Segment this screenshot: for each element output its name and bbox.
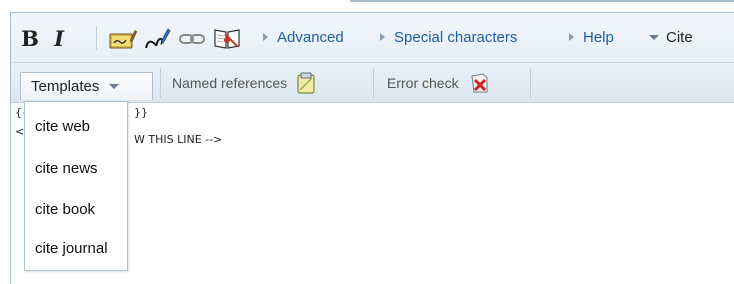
bold-button[interactable]: B [18, 26, 42, 51]
editor-top-border [350, 0, 734, 2]
templates-label: Templates [31, 78, 100, 95]
toolbar-separator [160, 68, 161, 98]
reference-book-icon[interactable] [212, 26, 242, 50]
italic-button[interactable]: I [48, 26, 70, 51]
editor-text-line[interactable]: }} [134, 106, 148, 119]
menu-item-cite-web[interactable]: cite web [35, 118, 90, 135]
collapsed-arrow-icon [263, 33, 268, 41]
embedded-file-icon[interactable] [143, 26, 171, 52]
clipboard-icon [296, 72, 316, 94]
special-characters-toggle[interactable]: Special characters [380, 24, 517, 50]
editor-text-line[interactable]: < [15, 125, 24, 138]
chevron-down-icon [109, 84, 120, 89]
toolbar-separator [530, 68, 531, 98]
error-check-icon [469, 72, 491, 94]
advanced-toggle[interactable]: Advanced [263, 24, 344, 50]
signature-icon[interactable] [108, 28, 138, 50]
expanded-arrow-icon [649, 34, 659, 40]
collapsed-arrow-icon [569, 33, 574, 41]
named-references-button[interactable]: Named references [172, 70, 316, 96]
templates-dropdown-menu: cite web cite news cite book cite journa… [24, 101, 128, 271]
menu-item-cite-journal[interactable]: cite journal [35, 240, 108, 257]
help-label: Help [583, 28, 614, 46]
error-check-button[interactable]: Error check [387, 70, 491, 96]
editor-text-line[interactable]: W THIS LINE --> [134, 133, 222, 146]
special-characters-label: Special characters [394, 28, 518, 46]
named-references-label: Named references [172, 75, 288, 91]
toolbar-separator [373, 68, 374, 98]
templates-dropdown-button[interactable]: Templates [20, 72, 153, 100]
collapsed-arrow-icon [380, 33, 385, 41]
menu-item-cite-book[interactable]: cite book [35, 201, 95, 218]
advanced-label: Advanced [277, 28, 344, 46]
menu-item-cite-news[interactable]: cite news [35, 160, 98, 177]
cite-label: Cite [666, 28, 693, 46]
error-check-label: Error check [387, 75, 459, 91]
toolbar-separator [96, 26, 97, 50]
help-toggle[interactable]: Help [569, 24, 614, 50]
link-icon[interactable] [178, 30, 206, 48]
cite-tab[interactable]: Cite [649, 24, 693, 50]
